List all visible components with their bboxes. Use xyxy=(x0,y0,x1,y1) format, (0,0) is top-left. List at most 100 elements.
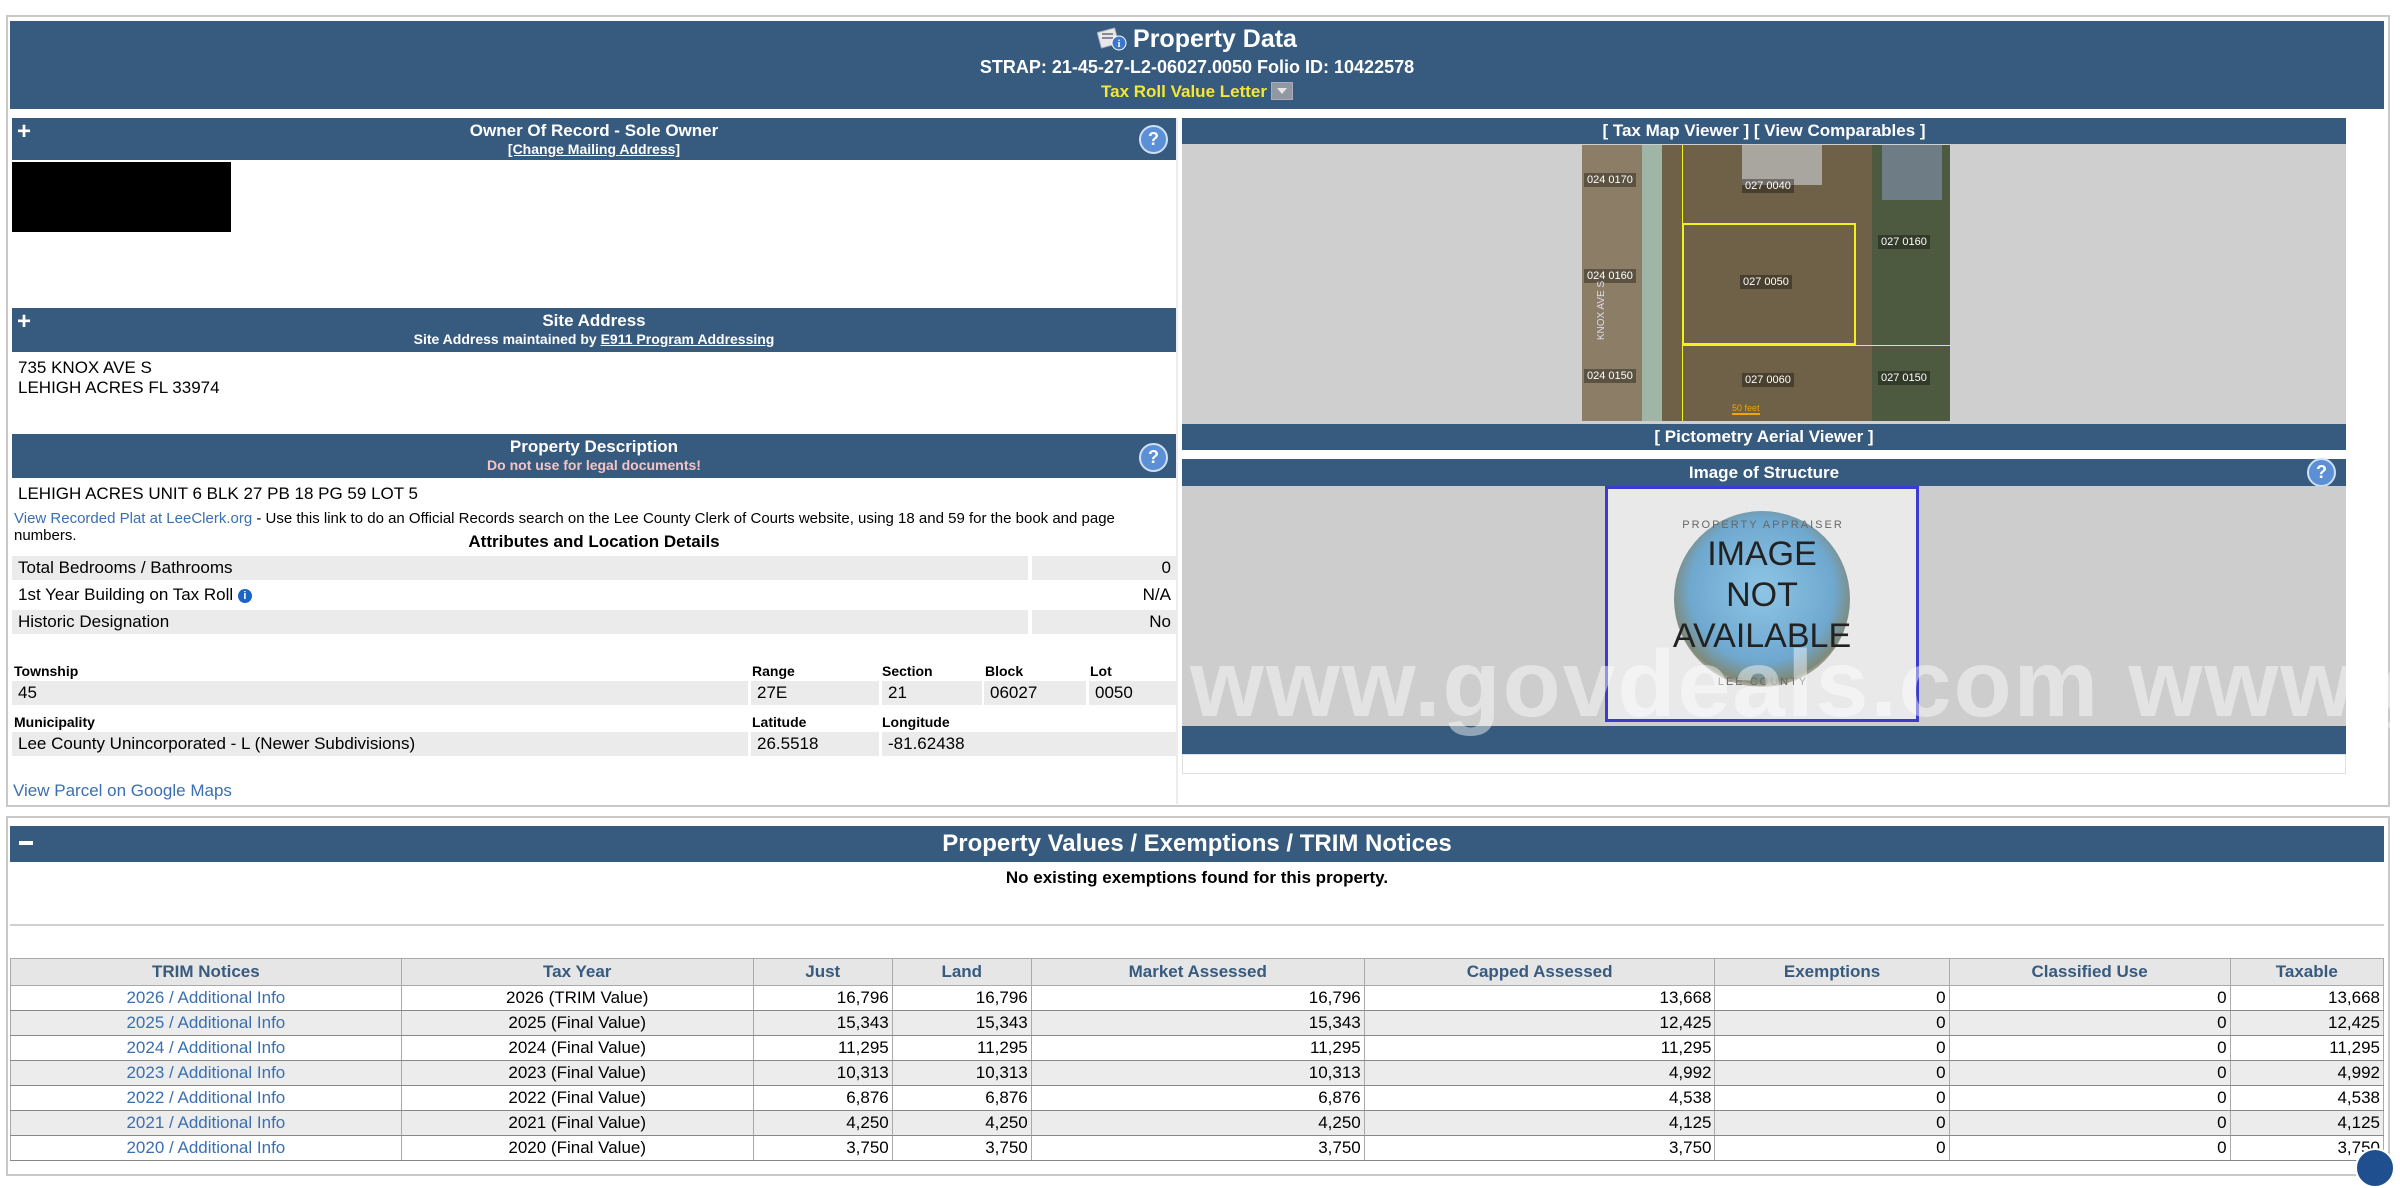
values-table-body: 2026 / Additional Info 2026 (TRIM Value) 1… xyxy=(10,985,2385,1161)
google-maps-link[interactable]: View Parcel on Google Maps xyxy=(13,781,232,801)
viewer-links-bar: [ Tax Map Viewer ] [ View Comparables ] xyxy=(1182,118,2346,144)
column-header: Taxable xyxy=(2229,958,2385,986)
table-cell: 12,425 xyxy=(1363,1010,1716,1036)
table-cell: 0 xyxy=(1948,985,2231,1011)
strap-folio: STRAP: 21-45-27-L2-06027.0050 Folio ID: … xyxy=(979,57,1415,77)
table-cell: 2021 (Final Value) xyxy=(400,1110,754,1136)
trim-notice-link[interactable]: 2020 / Additional Info xyxy=(10,1135,402,1161)
table-cell: 0 xyxy=(1714,1035,1950,1061)
table-cell: 4,538 xyxy=(2229,1085,2385,1111)
table-cell: 0 xyxy=(1714,985,1950,1011)
trim-notice-link[interactable]: 2026 / Additional Info xyxy=(10,985,402,1011)
township-label: Township xyxy=(14,663,79,679)
table-cell: 0 xyxy=(1714,1060,1950,1086)
table-cell: 6,876 xyxy=(891,1085,1032,1111)
table-cell: 10,313 xyxy=(891,1060,1032,1086)
trim-notice-link[interactable]: 2022 / Additional Info xyxy=(10,1085,402,1111)
table-cell: 3,750 xyxy=(1030,1135,1365,1161)
values-table: TRIM Notices Tax Year Just Land Market A… xyxy=(10,958,2385,1161)
site-address-line2: LEHIGH ACRES FL 33974 xyxy=(18,378,220,397)
help-icon[interactable]: ? xyxy=(1139,125,1168,154)
block-label: Block xyxy=(985,663,1024,679)
property-info-icon: i xyxy=(1096,24,1127,52)
help-icon[interactable]: ? xyxy=(2307,458,2336,487)
lot-label: Lot xyxy=(1090,663,1112,679)
collapse-minus-icon[interactable] xyxy=(19,841,33,845)
change-mailing-address-link[interactable]: [Change Mailing Address] xyxy=(12,141,1176,157)
trim-notice-link[interactable]: 2025 / Additional Info xyxy=(10,1010,402,1036)
watermark: www.govdeals.com www.gc xyxy=(1190,631,2400,737)
tax-roll-letter[interactable]: Tax Roll Value Letter xyxy=(10,82,2384,102)
values-title: Property Values / Exemptions / TRIM Noti… xyxy=(942,830,1452,857)
column-header: Classified Use xyxy=(1948,958,2231,986)
longitude-value: -81.62438 xyxy=(882,732,1176,756)
table-cell: 15,343 xyxy=(752,1010,893,1036)
owner-name-redacted xyxy=(12,162,231,232)
tax-map-viewer-link[interactable]: [ Tax Map Viewer ] xyxy=(1602,121,1749,140)
trim-notice-link[interactable]: 2023 / Additional Info xyxy=(10,1060,402,1086)
column-header: Tax Year xyxy=(400,958,754,986)
structure-image-title: Image of Structure xyxy=(1688,463,1840,482)
expand-plus-icon[interactable]: + xyxy=(17,308,31,336)
table-cell: 12,425 xyxy=(2229,1010,2385,1036)
table-cell: 11,295 xyxy=(1363,1035,1716,1061)
column-header: Market Assessed xyxy=(1030,958,1365,986)
table-cell: 2022 (Final Value) xyxy=(400,1085,754,1111)
table-cell: 11,295 xyxy=(891,1035,1032,1061)
table-cell: 13,668 xyxy=(2229,985,2385,1011)
pictometry-viewer-link[interactable]: [ Pictometry Aerial Viewer ] xyxy=(1654,427,1873,446)
site-address-line1: 735 KNOX AVE S xyxy=(18,358,152,377)
recorded-plat-link[interactable]: View Recorded Plat at LeeClerk.org xyxy=(14,510,252,527)
structure-image-header: Image of Structure ? xyxy=(1182,458,2346,487)
attributes-heading: Attributes and Location Details xyxy=(468,532,720,551)
latitude-value: 26.5518 xyxy=(751,732,879,756)
column-header: Land xyxy=(891,958,1032,986)
table-cell: 2024 (Final Value) xyxy=(400,1035,754,1061)
table-row: 2026 / Additional Info 2026 (TRIM Value) 1… xyxy=(10,985,2385,1011)
table-cell: 6,876 xyxy=(1030,1085,1365,1111)
table-cell: 4,250 xyxy=(891,1110,1032,1136)
block-value: 06027 xyxy=(984,681,1086,705)
table-cell: 4,125 xyxy=(1363,1110,1716,1136)
trim-notice-link[interactable]: 2024 / Additional Info xyxy=(10,1035,402,1061)
structure-footer-spacer xyxy=(1182,754,2346,774)
table-cell: 0 xyxy=(1948,1085,2231,1111)
table-row: 2020 / Additional Info 2020 (Final Value)… xyxy=(10,1135,2385,1161)
table-cell: 16,796 xyxy=(891,985,1032,1011)
pictometry-bar: [ Pictometry Aerial Viewer ] xyxy=(1182,424,2346,450)
column-header: Exemptions xyxy=(1714,958,1950,986)
municipality-label: Municipality xyxy=(14,714,95,730)
expand-plus-icon[interactable]: + xyxy=(17,118,31,146)
table-cell: 0 xyxy=(1948,1060,2231,1086)
dropdown-arrow-icon[interactable] xyxy=(1270,82,1293,100)
page-title: i Property Data xyxy=(10,24,2384,54)
municipality-value: Lee County Unincorporated - L (Newer Sub… xyxy=(12,732,748,756)
attribute-row: Historic Designation No xyxy=(12,610,1176,634)
table-cell: 2020 (Final Value) xyxy=(400,1135,754,1161)
table-row: 2021 / Additional Info 2021 (Final Value)… xyxy=(10,1110,2385,1136)
table-cell: 0 xyxy=(1948,1110,2231,1136)
property-data-banner: i Property Data STRAP: 21-45-27-L2-06027… xyxy=(10,21,2384,109)
tax-map-image[interactable]: 024 0170 027 0040 027 0160 024 0160 027 … xyxy=(1582,145,1950,421)
help-icon[interactable]: ? xyxy=(1139,443,1168,472)
e911-link[interactable]: E911 Program Addressing xyxy=(601,331,775,347)
table-cell: 4,250 xyxy=(1030,1110,1365,1136)
trim-notice-link[interactable]: 2021 / Additional Info xyxy=(10,1110,402,1136)
table-cell: 13,668 xyxy=(1363,985,1716,1011)
table-cell: 0 xyxy=(1714,1135,1950,1161)
table-cell: 0 xyxy=(1948,1035,2231,1061)
attribute-row: 1st Year Building on Tax Roll i N/A xyxy=(12,583,1176,607)
view-comparables-link[interactable]: [ View Comparables ] xyxy=(1754,121,1926,140)
table-cell: 2025 (Final Value) xyxy=(400,1010,754,1036)
table-cell: 2026 (TRIM Value) xyxy=(400,985,754,1011)
table-cell: 4,125 xyxy=(2229,1110,2385,1136)
accessibility-icon[interactable] xyxy=(2355,1148,2395,1188)
column-header: Just xyxy=(752,958,893,986)
info-icon[interactable]: i xyxy=(237,589,252,603)
legal-description: LEHIGH ACRES UNIT 6 BLK 27 PB 18 PG 59 L… xyxy=(18,484,418,503)
table-cell: 10,313 xyxy=(752,1060,893,1086)
table-row: 2023 / Additional Info 2023 (Final Value)… xyxy=(10,1060,2385,1086)
latitude-label: Latitude xyxy=(752,714,807,730)
table-cell: 11,295 xyxy=(752,1035,893,1061)
longitude-label: Longitude xyxy=(882,714,950,730)
